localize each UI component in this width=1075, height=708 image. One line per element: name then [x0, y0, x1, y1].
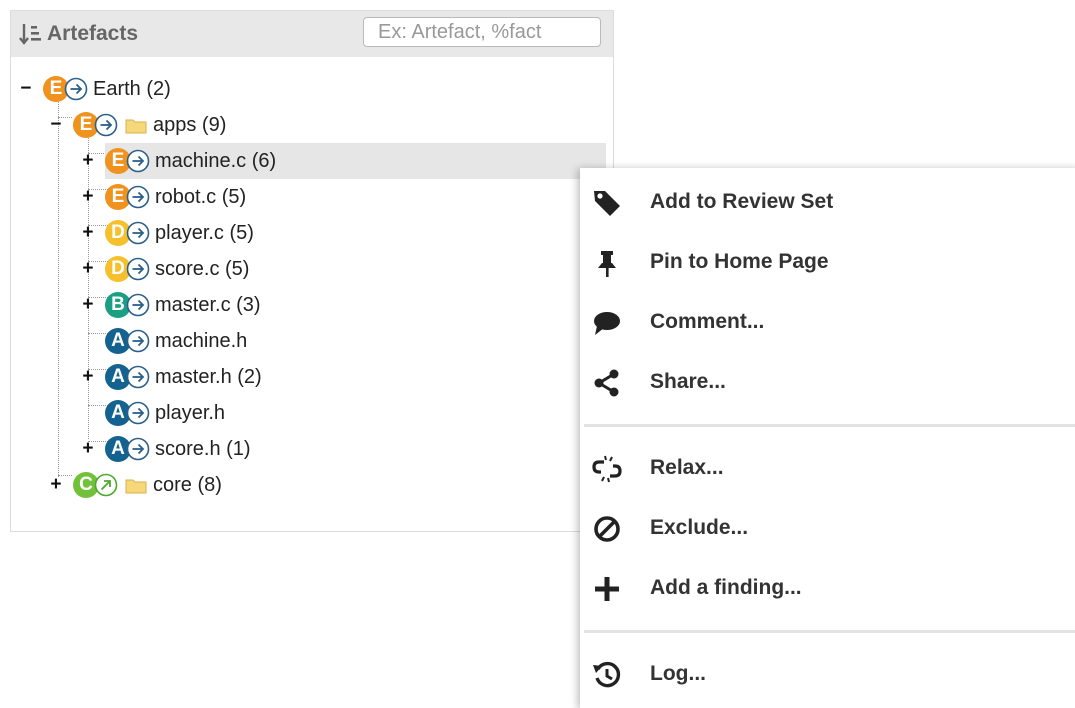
expand-toggle[interactable]: +	[81, 224, 95, 243]
tree-row[interactable]: + Ccore (8)	[11, 467, 606, 503]
folder-icon	[125, 118, 147, 134]
menu-item-label: Comment...	[650, 310, 765, 333]
tree-item-label: master.h (2)	[155, 366, 262, 388]
arrow-up-right-circle-icon[interactable]	[94, 473, 118, 497]
tree-item-label: machine.c (6)	[155, 150, 277, 172]
arrow-right-circle-icon[interactable]	[126, 257, 150, 281]
tree-item-label: core (8)	[153, 474, 222, 496]
plus-icon	[595, 577, 619, 601]
expand-toggle[interactable]: +	[81, 188, 95, 207]
tree-row[interactable]: − E Earth (2)	[11, 71, 606, 107]
arrow-right-circle-icon[interactable]	[126, 401, 150, 425]
menu-separator	[584, 630, 1075, 633]
share-icon	[594, 369, 619, 397]
tree-row[interactable]: + Erobot.c (5)	[11, 179, 606, 215]
broken-link-icon	[592, 455, 622, 483]
menu-item-share[interactable]: Share...	[580, 352, 1075, 412]
tree-item-label: machine.h	[155, 330, 248, 352]
arrow-right-circle-icon[interactable]	[126, 149, 150, 173]
ban-icon	[594, 516, 620, 542]
collapse-toggle[interactable]: −	[49, 116, 63, 135]
menu-separator	[584, 424, 1075, 427]
history-icon	[593, 661, 621, 688]
tag-icon	[594, 191, 620, 216]
arrow-right-circle-icon[interactable]	[126, 293, 150, 317]
expand-toggle[interactable]: +	[81, 260, 95, 279]
expand-toggle[interactable]: +	[81, 440, 95, 459]
menu-item-label: Add a finding...	[650, 576, 802, 599]
comment-icon	[594, 312, 620, 335]
artefact-tree: − E Earth (2) − Eapps (9) + Emachine.c (6) + Ero…	[11, 11, 613, 531]
menu-item-pin-to-home-page[interactable]: Pin to Home Page	[580, 232, 1075, 292]
tree-row[interactable]: Amachine.h	[11, 323, 606, 359]
arrow-right-circle-icon[interactable]	[64, 77, 88, 101]
menu-item-exclude[interactable]: Exclude...	[580, 498, 1075, 558]
menu-item-label: Relax...	[650, 456, 724, 479]
expand-toggle[interactable]: +	[81, 368, 95, 387]
tree-item-label: score.h (1)	[155, 438, 251, 460]
arrow-right-circle-icon[interactable]	[126, 329, 150, 353]
expand-toggle[interactable]: +	[81, 296, 95, 315]
tree-item-label: master.c (3)	[155, 294, 261, 316]
arrow-right-circle-icon[interactable]	[126, 221, 150, 245]
artefacts-panel: Artefacts −EEarth (2)−Eapps (9)+Emachine…	[10, 10, 614, 532]
tree-row[interactable]: + Dplayer.c (5)	[11, 215, 606, 251]
menu-item-label: Add to Review Set	[650, 190, 834, 213]
menu-item-comment[interactable]: Comment...	[580, 292, 1075, 352]
tree-item-label: Earth (2)	[93, 78, 171, 100]
tree-row[interactable]: + Amaster.h (2)	[11, 359, 606, 395]
tree-item-label: robot.c (5)	[155, 186, 247, 208]
tree-row[interactable]: Aplayer.h	[11, 395, 606, 431]
menu-item-label: Exclude...	[650, 516, 749, 539]
tree-item-label: apps (9)	[153, 114, 227, 136]
menu-item-add-to-review-set[interactable]: Add to Review Set	[580, 172, 1075, 232]
folder-icon	[125, 478, 147, 494]
menu-item-log[interactable]: Log...	[580, 644, 1075, 704]
arrow-right-circle-icon[interactable]	[94, 113, 118, 137]
menu-item-add-finding[interactable]: Add a finding...	[580, 558, 1075, 618]
menu-item-label: Share...	[650, 370, 726, 393]
tree-item-label: score.c (5)	[155, 258, 250, 280]
expand-toggle[interactable]: +	[49, 476, 63, 495]
expand-toggle[interactable]: +	[81, 152, 95, 171]
arrow-right-circle-icon[interactable]	[126, 185, 150, 209]
menu-item-relax[interactable]: Relax...	[580, 438, 1075, 498]
tree-row[interactable]: + Dscore.c (5)	[11, 251, 606, 287]
context-menu: Add to Review Set Pin to Home Page Comme…	[580, 168, 1075, 708]
tree-row[interactable]: + Bmaster.c (3)	[11, 287, 606, 323]
tree-item-label: player.h	[155, 402, 226, 424]
collapse-toggle[interactable]: −	[19, 80, 33, 99]
menu-item-label: Pin to Home Page	[650, 250, 829, 273]
arrow-right-circle-icon[interactable]	[126, 437, 150, 461]
tree-row[interactable]: + Emachine.c (6)	[11, 143, 606, 179]
tree-item-label: player.c (5)	[155, 222, 254, 244]
pin-icon	[598, 251, 616, 277]
tree-row[interactable]: + Ascore.h (1)	[11, 431, 606, 467]
arrow-right-circle-icon[interactable]	[126, 365, 150, 389]
menu-item-label: Log...	[650, 662, 706, 685]
tree-row[interactable]: − Eapps (9)	[11, 107, 606, 143]
